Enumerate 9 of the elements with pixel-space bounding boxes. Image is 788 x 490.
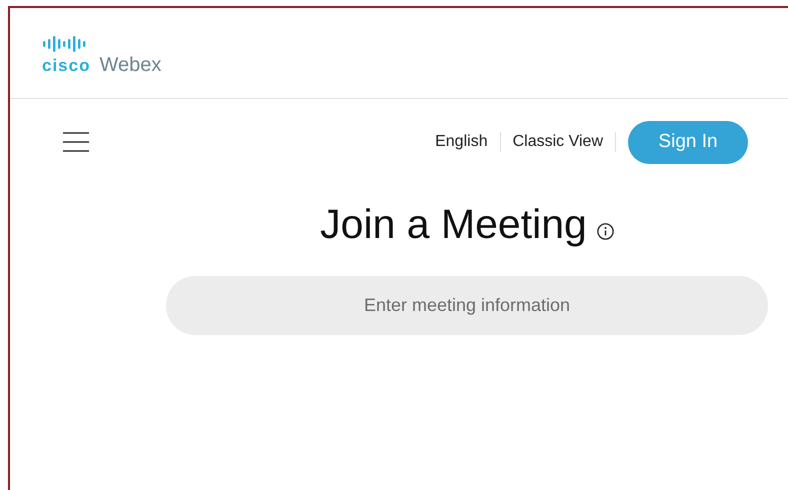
nav-link[interactable]: English — [435, 133, 488, 151]
page-title: Join a Meeting — [320, 201, 587, 248]
brand-logo-text: cisco — [42, 56, 90, 76]
nav-link[interactable]: Classic View — [512, 133, 603, 151]
menu-icon[interactable] — [63, 132, 89, 152]
logo-bars-icon — [43, 36, 86, 52]
product-name: Webex — [99, 54, 162, 76]
meeting-info-field[interactable]: Enter meeting information — [166, 276, 768, 335]
info-icon[interactable] — [596, 223, 614, 240]
